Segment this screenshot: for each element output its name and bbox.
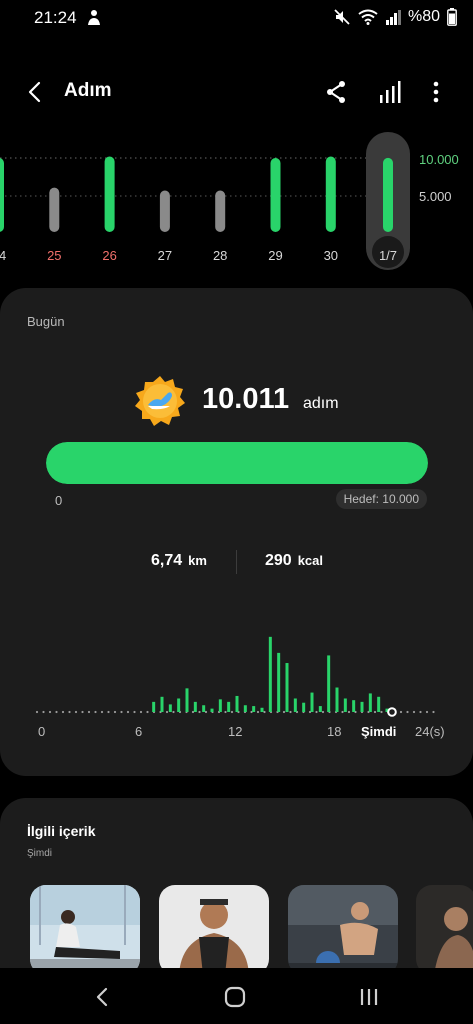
weekly-half-goal-label: 5.000 [419,189,452,204]
hour-label-12: 12 [228,724,243,739]
related-subtitle: Şimdi [27,848,53,859]
hourly-bar [302,702,306,712]
system-nav-bar [0,968,473,1024]
hourly-steps-chart[interactable] [0,628,473,718]
hourly-bar [327,655,331,712]
home-nav-icon[interactable] [222,984,248,1010]
hourly-bar [252,706,256,712]
calories-value: 290 [265,552,292,569]
day-label-26[interactable]: 26 [92,248,128,263]
hourly-bar [293,698,297,712]
hour-label-now: Şimdi [361,724,397,739]
hourly-bar [352,700,356,712]
goal-badge: Hedef: 10.000 [335,489,427,509]
page-title: Adım [64,80,112,101]
steps-unit: adım [303,395,339,412]
hourly-bar [227,701,231,712]
hourly-bar [335,687,339,712]
gym-workout-thumbnail[interactable] [288,885,398,975]
share-icon[interactable] [322,78,350,106]
app-header: Adım [0,72,473,112]
hour-label-18: 18 [327,724,342,739]
hourly-bar [193,701,197,712]
steps-progress-bar [46,442,428,484]
battery-icon [447,8,457,26]
day-bar-29[interactable] [270,158,281,232]
stat-divider [236,550,237,574]
bar-chart-icon[interactable] [377,78,405,106]
yoga-stretch-thumbnail[interactable] [30,885,140,975]
goal-achieved-badge-icon [134,375,186,427]
day-label-1/7[interactable]: 1/7 [370,248,406,263]
day-bar-1/7[interactable] [383,157,393,232]
mute-icon [333,8,351,26]
steps-progress-fill [46,442,428,484]
hourly-bar [202,705,206,712]
today-card: Bugün 10.011 adım 0 Hedef: 10.000 6,74 km… [0,288,473,776]
back-icon[interactable] [22,78,50,106]
hourly-bar [360,701,364,712]
related-title: İlgili içerik [27,823,96,839]
hourly-bar [277,652,281,712]
hourly-bar [160,696,164,712]
recents-nav-icon[interactable] [356,984,382,1010]
day-label-30[interactable]: 30 [313,248,349,263]
day-label-25[interactable]: 25 [36,248,72,263]
day-bar-27[interactable] [159,190,170,232]
hourly-bar [243,705,247,712]
hourly-bar [310,692,314,712]
person-notification-icon [86,9,102,32]
wifi-icon [358,9,378,25]
hourly-bar [185,688,189,712]
day-bar-30[interactable] [325,156,336,232]
day-bar-28[interactable] [215,190,226,232]
distance-value: 6,74 [151,552,183,569]
hourly-bar [285,663,289,712]
day-label-27[interactable]: 27 [147,248,183,263]
day-label-24[interactable]: 24 [0,248,17,263]
hourly-bar [168,704,172,712]
hourly-bar [318,706,322,712]
day-bar-26[interactable] [104,156,115,232]
today-title: Bugün [27,314,65,329]
hour-label-6: 6 [135,724,143,739]
back-nav-icon[interactable] [90,984,116,1010]
weekly-goal-label: 10.000 [419,152,459,167]
hourly-bar [152,701,156,712]
day-bar-24[interactable] [0,158,4,232]
day-label-29[interactable]: 29 [258,248,294,263]
hourly-bar [210,708,214,712]
hourly-bar [218,699,222,712]
hourly-bar [343,698,347,712]
progress-min-label: 0 [55,493,63,508]
calories-stat: 290 kcal [265,552,323,570]
day-bar-25[interactable] [49,187,60,232]
signal-icon [385,9,401,25]
calories-unit: kcal [297,553,324,568]
bodybuilder-thumbnail[interactable] [159,885,269,975]
distance-unit: km [188,553,207,568]
status-bar: 21:24 %80 [0,0,473,36]
hourly-bar [368,693,372,712]
distance-stat: 6,74 km [151,552,207,570]
hourly-bar [235,695,239,712]
hourly-bar [377,696,381,712]
hourly-bar [177,698,181,712]
day-label-28[interactable]: 28 [202,248,238,263]
hourly-bar [260,707,264,712]
fitness-thumbnail[interactable] [416,885,473,975]
weekly-steps-chart[interactable]: 10.000 5.000 24 25 26 27 28 29 30 1/7 [0,130,473,270]
steps-value: 10.011 [202,383,290,415]
hour-label-24: 24(s) [415,724,445,739]
battery-text: %80 [407,8,440,25]
status-time: 21:24 [34,8,77,27]
hourly-bar [268,636,272,712]
more-vertical-icon[interactable] [422,78,450,106]
now-marker [387,707,397,717]
hour-label-0: 0 [38,724,46,739]
